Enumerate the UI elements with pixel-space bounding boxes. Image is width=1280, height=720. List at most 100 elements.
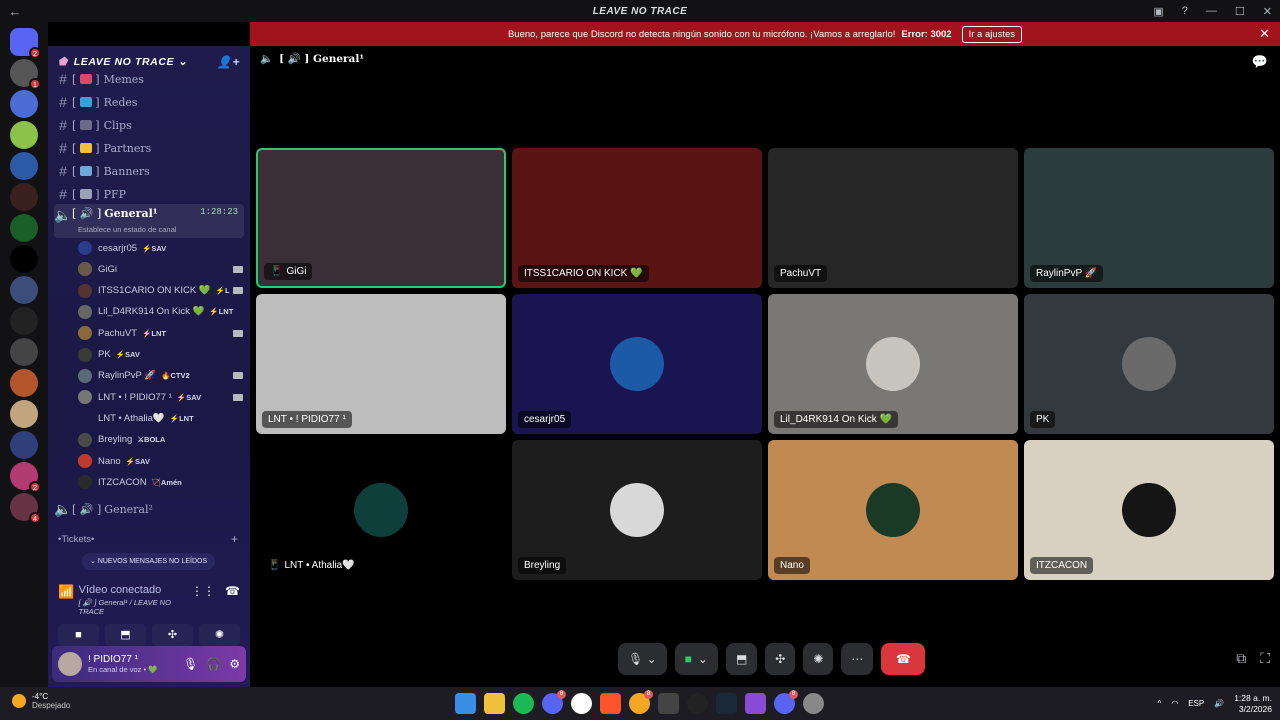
file-explorer-icon[interactable]: [484, 693, 505, 714]
user-avatar[interactable]: [58, 652, 82, 676]
start-icon[interactable]: [455, 693, 476, 714]
text-channel[interactable]: # [] Memes: [54, 68, 244, 90]
server-icon[interactable]: [10, 338, 38, 366]
video-tile[interactable]: PachuVT: [768, 148, 1018, 288]
voice-user[interactable]: Lil_D4RK914 On Kick 💚 ⚡LNT: [78, 302, 243, 322]
screen-share-button[interactable]: ⬒: [105, 624, 146, 646]
voice-user[interactable]: ITZCACON 🏹Amén: [78, 472, 243, 492]
server-icon[interactable]: 2: [10, 462, 41, 493]
minimize-icon[interactable]: —: [1206, 5, 1217, 17]
noise-suppression-icon[interactable]: ⋮⋮: [191, 584, 215, 598]
tray-chevron-icon[interactable]: ^: [1157, 699, 1161, 708]
app-icon[interactable]: 8: [629, 690, 653, 714]
voice-user[interactable]: cesarjr05 ⚡SAV: [78, 238, 243, 258]
text-channel[interactable]: # [] Partners: [54, 137, 244, 159]
clock[interactable]: 1:28 a. m. 3/2/2026: [1234, 693, 1272, 715]
add-channel-icon[interactable]: +: [231, 532, 238, 546]
weather-widget[interactable]: -4°C Despejado: [12, 692, 70, 710]
server-icon[interactable]: [10, 307, 38, 335]
video-tile[interactable]: cesarjr05: [512, 294, 762, 434]
voice-user[interactable]: Breyling ⚔BOLA: [78, 430, 243, 450]
voice-user[interactable]: Nano ⚡SAV: [78, 451, 243, 471]
headphones-icon[interactable]: 🎧: [206, 657, 221, 671]
voice-user[interactable]: LNT • ! PIDIO77 ¹ ⚡SAV: [78, 387, 243, 407]
video-tile[interactable]: 📱 LNT • Athalia🤍: [256, 440, 506, 580]
close-banner-icon[interactable]: ✕: [1259, 26, 1270, 42]
discord-icon[interactable]: 8: [774, 690, 798, 714]
text-channel[interactable]: # [] Redes: [54, 91, 244, 113]
camera-button[interactable]: ■: [58, 624, 99, 646]
settings-icon[interactable]: [803, 693, 824, 714]
inbox-icon[interactable]: ▣: [1153, 5, 1163, 18]
server-icon[interactable]: [10, 152, 38, 180]
unread-messages-pill[interactable]: ⌄ NUEVOS MENSAJES NO LEÍDOS: [82, 553, 216, 570]
volume-icon[interactable]: 🔊: [1214, 699, 1224, 708]
mic-toggle-button[interactable]: 🎙 ⌄: [618, 643, 667, 675]
text-channel[interactable]: # [] PFP: [54, 183, 244, 205]
server-icon[interactable]: [10, 183, 38, 211]
category-tickets[interactable]: •Tickets• +: [54, 528, 244, 550]
mic-icon[interactable]: 🎙: [183, 657, 198, 671]
fullscreen-icon[interactable]: ⛶: [1260, 650, 1270, 667]
server-icon[interactable]: [10, 90, 38, 118]
video-tile[interactable]: Lil_D4RK914 On Kick 💚: [768, 294, 1018, 434]
invite-icon[interactable]: 👤+: [217, 55, 240, 69]
brave-icon[interactable]: [600, 693, 621, 714]
video-tile[interactable]: PK: [1024, 294, 1274, 434]
voice-user[interactable]: PK ⚡SAV: [78, 345, 243, 365]
more-options-button[interactable]: ⋯: [841, 643, 874, 675]
help-icon[interactable]: ?: [1182, 5, 1188, 17]
server-icon[interactable]: 4: [10, 493, 41, 524]
video-tile[interactable]: LNT • ! PIDIO77 ¹: [256, 294, 506, 434]
server-icon[interactable]: [10, 369, 38, 397]
wifi-icon[interactable]: ◠: [1171, 699, 1178, 708]
app-icon[interactable]: [571, 693, 592, 714]
popout-icon[interactable]: ⧉: [1236, 650, 1246, 667]
share-screen-button[interactable]: ⬒: [725, 643, 758, 675]
channel-status-prompt[interactable]: Establece un estado de canal: [78, 225, 176, 234]
lang-indicator[interactable]: ESP: [1188, 699, 1204, 708]
text-channel[interactable]: # [] Clips: [54, 114, 244, 136]
server-icon[interactable]: 1: [10, 59, 41, 90]
server-icon[interactable]: [10, 121, 38, 149]
video-tile[interactable]: Breyling: [512, 440, 762, 580]
video-tile[interactable]: RaylinPvP 🚀: [1024, 148, 1274, 288]
steam-icon[interactable]: [716, 693, 737, 714]
video-tile[interactable]: ITSS1CARIO ON KICK 💚: [512, 148, 762, 288]
app-icon[interactable]: [745, 693, 766, 714]
server-icon[interactable]: [10, 214, 38, 242]
server-icon[interactable]: 2: [10, 28, 41, 59]
back-arrow-icon[interactable]: ←: [0, 4, 30, 19]
app-icon[interactable]: [687, 693, 708, 714]
signal-icon[interactable]: 📶: [58, 584, 79, 600]
voice-user[interactable]: PachuVT ⚡LNT: [78, 323, 243, 343]
text-channel[interactable]: # [] Banners: [54, 160, 244, 182]
voice-user[interactable]: RaylinPvP 🚀 🔥CTV2: [78, 366, 243, 386]
voice-channel-general[interactable]: 🔈 [ 🔊 ] General¹ 1:28:23 Establece un es…: [54, 204, 244, 238]
chat-bubble-icon[interactable]: 💬: [1252, 54, 1268, 70]
soundboard-button[interactable]: ✺: [199, 624, 240, 646]
server-icon[interactable]: [10, 276, 38, 304]
voice-location[interactable]: [ 🔊 ] General¹ / LEAVE NO TRACE: [79, 598, 191, 616]
video-tile[interactable]: 📱 GiGi: [256, 148, 506, 288]
server-icon[interactable]: [10, 431, 38, 459]
server-icon[interactable]: [10, 400, 38, 428]
spotify-icon[interactable]: [513, 693, 534, 714]
voice-user[interactable]: LNT • Athalia🤍 ⚡LNT: [78, 408, 243, 428]
voice-user[interactable]: ITSS1CARIO ON KICK 💚 ⚡L: [78, 281, 243, 301]
video-tile[interactable]: Nano: [768, 440, 1018, 580]
soundboard-button[interactable]: ✺: [803, 643, 834, 675]
activities-button[interactable]: ✣: [765, 643, 796, 675]
activities-button[interactable]: ✣: [152, 624, 193, 646]
settings-gear-icon[interactable]: ⚙: [229, 657, 240, 671]
go-to-settings-button[interactable]: Ir a ajustes: [961, 25, 1023, 43]
leave-call-button[interactable]: ☎: [881, 643, 926, 675]
camera-toggle-button[interactable]: ■ ⌄: [674, 643, 718, 675]
voice-channel-general-2[interactable]: 🔈 [ 🔊 ] General²: [54, 498, 244, 520]
server-icon[interactable]: [10, 245, 38, 273]
disconnect-icon[interactable]: ☎: [225, 584, 240, 598]
app-icon[interactable]: [658, 693, 679, 714]
close-window-icon[interactable]: ✕: [1263, 5, 1272, 18]
discord-icon[interactable]: 8: [542, 690, 566, 714]
video-tile[interactable]: ITZCACON: [1024, 440, 1274, 580]
